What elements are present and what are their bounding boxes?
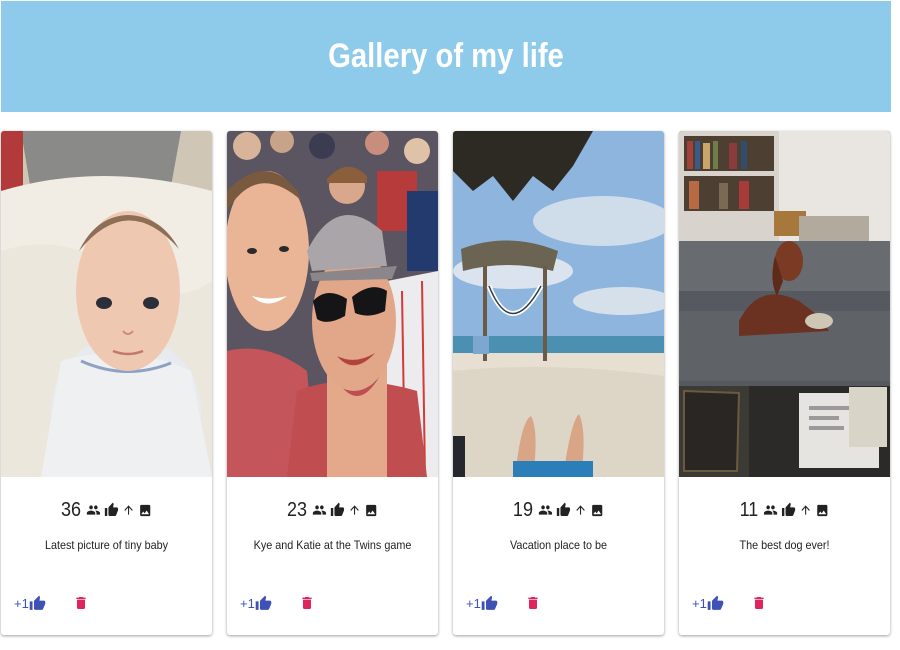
stats-row: 19 bbox=[464, 495, 654, 525]
page-title: Gallery of my life bbox=[328, 37, 564, 75]
vote-count: 19 bbox=[512, 498, 533, 521]
image-icon bbox=[139, 503, 153, 518]
arrow-up-icon bbox=[348, 502, 361, 518]
image-icon bbox=[591, 503, 605, 518]
photo-caption: Latest picture of tiny baby bbox=[44, 538, 169, 552]
image-icon bbox=[816, 503, 830, 518]
people-icon bbox=[764, 502, 778, 518]
thumb-up-icon bbox=[782, 502, 796, 518]
thumb-up-icon bbox=[481, 595, 498, 612]
arrow-up-icon bbox=[574, 502, 587, 518]
thumb-up-icon bbox=[255, 595, 272, 612]
plus-one-label: +1 bbox=[466, 595, 481, 611]
delete-button[interactable] bbox=[299, 594, 315, 612]
vote-count: 11 bbox=[739, 498, 759, 521]
dog-photo[interactable] bbox=[679, 131, 890, 477]
photo-card: 36 Latest picture of tiny baby +1 bbox=[1, 131, 212, 635]
photo-caption: Kye and Katie at the Twins game bbox=[253, 538, 412, 552]
people-icon bbox=[538, 502, 553, 518]
delete-icon bbox=[525, 594, 541, 612]
photo-card: 11 The best dog ever! +1 bbox=[679, 131, 890, 635]
photo-card: 23 Kye and Katie at the Twins game +1 bbox=[227, 131, 438, 635]
people-icon bbox=[86, 502, 101, 518]
vote-count: 36 bbox=[60, 498, 81, 521]
plus-one-button[interactable]: +1 bbox=[240, 595, 272, 612]
stats-row: 36 bbox=[12, 495, 202, 525]
people-icon bbox=[312, 502, 327, 518]
thumb-up-icon bbox=[104, 502, 119, 518]
photo-card: 19 Vacation place to be +1 bbox=[453, 131, 664, 635]
stats-row: 23 bbox=[238, 495, 428, 525]
photo-caption: The best dog ever! bbox=[739, 538, 830, 552]
thumb-up-icon bbox=[707, 595, 724, 612]
stats-row: 11 bbox=[690, 495, 880, 525]
twins-game-photo[interactable] bbox=[227, 131, 438, 477]
page-header: Gallery of my life bbox=[1, 1, 891, 112]
arrow-up-icon bbox=[122, 502, 135, 518]
image-icon bbox=[365, 503, 379, 518]
plus-one-label: +1 bbox=[14, 595, 29, 611]
delete-button[interactable] bbox=[751, 594, 767, 612]
plus-one-button[interactable]: +1 bbox=[14, 595, 46, 612]
thumb-up-icon bbox=[330, 502, 345, 518]
delete-button[interactable] bbox=[525, 594, 541, 612]
photo-caption: Vacation place to be bbox=[509, 538, 608, 552]
beach-photo[interactable] bbox=[453, 131, 664, 477]
baby-photo[interactable] bbox=[1, 131, 212, 477]
plus-one-button[interactable]: +1 bbox=[466, 595, 498, 612]
thumb-up-icon bbox=[556, 502, 571, 518]
thumb-up-icon bbox=[29, 595, 46, 612]
delete-button[interactable] bbox=[73, 594, 89, 612]
vote-count: 23 bbox=[286, 498, 307, 521]
delete-icon bbox=[751, 594, 767, 612]
arrow-up-icon bbox=[800, 502, 813, 518]
delete-icon bbox=[299, 594, 315, 612]
plus-one-label: +1 bbox=[692, 595, 707, 611]
plus-one-button[interactable]: +1 bbox=[692, 595, 724, 612]
delete-icon bbox=[73, 594, 89, 612]
plus-one-label: +1 bbox=[240, 595, 255, 611]
